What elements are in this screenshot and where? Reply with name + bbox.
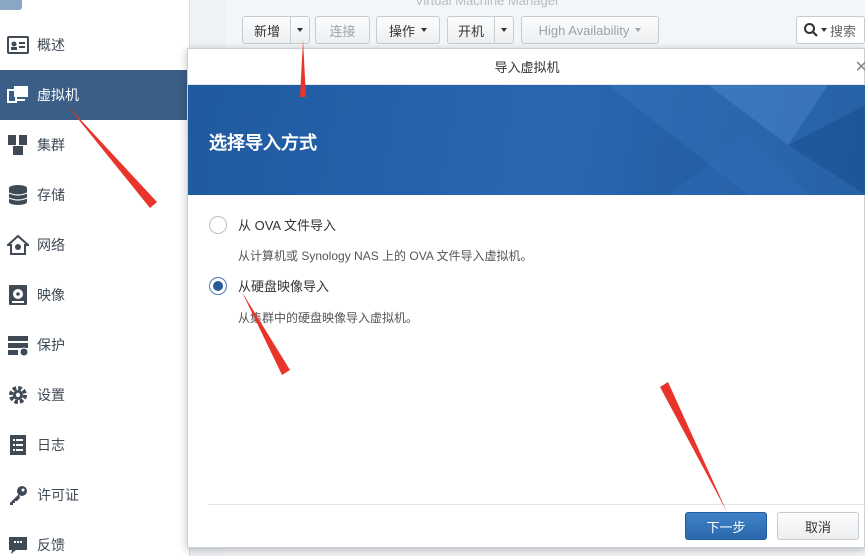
sidebar-item-label: 网络 <box>37 237 65 253</box>
chevron-down-icon <box>821 28 827 32</box>
cancel-button[interactable]: 取消 <box>777 512 859 540</box>
sidebar-item-network[interactable]: 网络 <box>0 220 190 270</box>
sidebar-item-label: 集群 <box>37 137 65 153</box>
settings-icon <box>7 384 29 406</box>
search-placeholder: 搜索 <box>830 23 857 39</box>
sidebar: 概述 虚拟机 集群 存储 网络 映像 保护 设置 日志 许可证 反馈 <box>0 0 190 556</box>
sidebar-item-virtual-machine[interactable]: 虚拟机 <box>0 70 190 120</box>
cancel-button-label: 取消 <box>804 519 831 535</box>
dialog-title: 导入虚拟机 <box>494 60 560 75</box>
create-button[interactable]: 新增 <box>242 16 292 44</box>
sidebar-item-label: 虚拟机 <box>37 87 79 103</box>
protection-icon <box>7 334 29 356</box>
chevron-down-icon <box>501 28 507 32</box>
dialog-heading: 选择导入方式 <box>209 133 317 153</box>
action-button[interactable]: 操作 <box>376 16 440 44</box>
dialog-header: 导入虚拟机 ✕ <box>188 49 865 85</box>
option-description: 从计算机或 Synology NAS 上的 OVA 文件导入虚拟机。 <box>238 249 533 263</box>
create-dropdown-button[interactable] <box>290 16 310 44</box>
sidebar-item-protection[interactable]: 保护 <box>0 320 190 370</box>
option-label: 从硬盘映像导入 <box>238 279 330 294</box>
virtual-machine-icon <box>7 84 29 106</box>
sidebar-item-license[interactable]: 许可证 <box>0 470 190 520</box>
sidebar-item-image[interactable]: 映像 <box>0 270 190 320</box>
create-button-label: 新增 <box>253 23 280 39</box>
sidebar-item-feedback[interactable]: 反馈 <box>0 520 190 556</box>
cluster-icon <box>7 134 29 156</box>
sidebar-item-label: 反馈 <box>37 537 65 553</box>
overview-icon <box>7 34 29 56</box>
option-import-disk-image[interactable]: 从硬盘映像导入 <box>209 276 329 295</box>
app-logo-icon <box>0 0 22 10</box>
window-title: Virtual Machine Manager <box>415 0 560 8</box>
sidebar-item-cluster[interactable]: 集群 <box>0 120 190 170</box>
search-icon <box>803 22 819 38</box>
chevron-down-icon <box>635 28 642 32</box>
power-on-button[interactable]: 开机 <box>447 16 495 44</box>
connect-button[interactable]: 连接 <box>315 16 370 44</box>
option-description: 从集群中的硬盘映像导入虚拟机。 <box>238 311 419 325</box>
high-availability-button-label: High Availability <box>538 22 630 38</box>
sidebar-item-label: 存储 <box>37 187 65 203</box>
footer-divider <box>208 504 865 505</box>
network-icon <box>7 234 29 256</box>
sidebar-item-label: 许可证 <box>37 487 79 503</box>
close-icon[interactable]: ✕ <box>855 57 865 77</box>
chevron-down-icon <box>297 28 303 32</box>
sidebar-item-settings[interactable]: 设置 <box>0 370 190 420</box>
action-button-label: 操作 <box>388 23 415 39</box>
sidebar-item-label: 映像 <box>37 287 65 303</box>
sidebar-item-storage[interactable]: 存储 <box>0 170 190 220</box>
next-button-label: 下一步 <box>706 519 746 535</box>
license-key-icon <box>7 484 29 506</box>
chevron-down-icon <box>421 28 427 32</box>
radio-disk-image[interactable] <box>209 276 227 295</box>
power-on-button-label: 开机 <box>457 23 484 39</box>
sidebar-item-overview[interactable]: 概述 <box>0 20 190 70</box>
sidebar-item-label: 设置 <box>37 387 65 403</box>
power-on-dropdown-button[interactable] <box>494 16 514 44</box>
connect-button-label: 连接 <box>329 23 356 39</box>
sidebar-item-label: 概述 <box>37 37 65 53</box>
high-availability-button[interactable]: High Availability <box>521 16 659 44</box>
log-icon <box>7 434 29 456</box>
sidebar-item-label: 保护 <box>37 337 65 353</box>
option-import-ova[interactable]: 从 OVA 文件导入 <box>209 215 336 234</box>
search-field[interactable]: 搜索 <box>796 16 865 44</box>
radio-ova[interactable] <box>209 215 227 234</box>
dialog-banner: 选择导入方式 <box>188 85 865 195</box>
image-icon <box>7 284 29 306</box>
feedback-icon <box>7 534 29 556</box>
sidebar-item-label: 日志 <box>37 437 65 453</box>
storage-icon <box>7 184 29 206</box>
import-vm-dialog: 导入虚拟机 ✕ 选择导入方式 从 OVA 文件导入 从计算机或 Synology… <box>187 48 865 548</box>
option-label: 从 OVA 文件导入 <box>238 218 336 233</box>
next-button[interactable]: 下一步 <box>685 512 767 540</box>
sidebar-item-log[interactable]: 日志 <box>0 420 190 470</box>
